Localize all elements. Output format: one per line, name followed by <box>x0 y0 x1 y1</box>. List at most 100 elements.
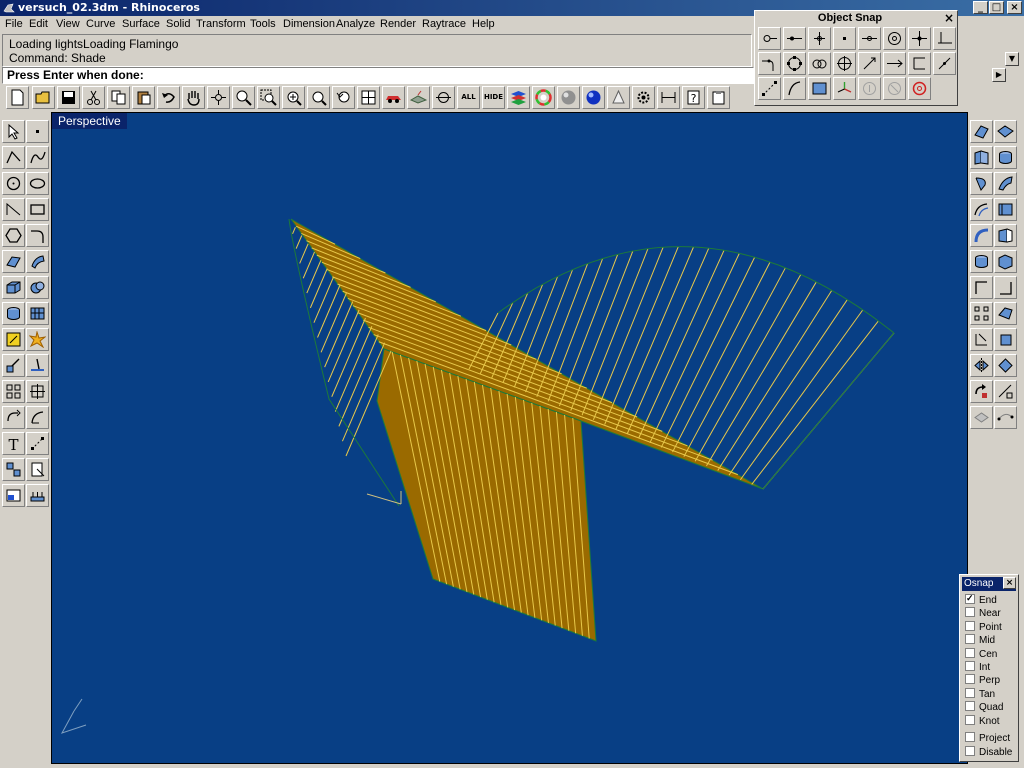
rectangle-button[interactable] <box>26 198 49 221</box>
move-button[interactable] <box>26 380 49 403</box>
render-setup-button[interactable] <box>26 484 49 507</box>
snap-cplane-button[interactable] <box>833 77 856 100</box>
paste-button[interactable] <box>132 86 155 109</box>
menu-file[interactable]: File <box>5 18 23 30</box>
menu-dimension[interactable]: Dimension <box>283 18 335 30</box>
edge-tools-button[interactable] <box>994 302 1017 325</box>
snap-knot-button[interactable] <box>783 52 806 75</box>
checkbox[interactable] <box>965 714 975 725</box>
dimension-button[interactable] <box>2 328 25 351</box>
zoom-window-button[interactable] <box>257 86 280 109</box>
split-button[interactable] <box>2 354 25 377</box>
cut-button[interactable] <box>82 86 105 109</box>
explode-button[interactable] <box>26 328 49 351</box>
curve-button[interactable] <box>26 146 49 169</box>
help-button[interactable]: ? <box>682 86 705 109</box>
snap-end-button[interactable] <box>758 27 781 50</box>
four-viewports-button[interactable] <box>357 86 380 109</box>
material-button[interactable] <box>582 86 605 109</box>
surface-edge-button[interactable] <box>970 120 993 143</box>
snap-perp-button[interactable] <box>908 27 931 50</box>
control-points-button[interactable] <box>26 432 49 455</box>
extrude-button[interactable] <box>26 250 49 273</box>
unroll-button[interactable] <box>970 328 993 351</box>
snap-tan-button[interactable] <box>933 27 956 50</box>
osnap-panel-close-button[interactable]: × <box>1003 577 1016 589</box>
snap-smarttrack-button[interactable] <box>883 77 906 100</box>
layers-button[interactable] <box>507 86 530 109</box>
save-button[interactable] <box>57 86 80 109</box>
menu-analyze[interactable]: Analyze <box>336 18 375 30</box>
select-all-button[interactable] <box>382 86 405 109</box>
viewport-layout-button[interactable] <box>2 484 25 507</box>
snap-cen-button[interactable] <box>858 27 881 50</box>
osnap-option-disable[interactable]: Disable <box>965 746 1012 759</box>
osnap-option-perp[interactable]: Perp <box>965 674 1000 687</box>
minimize-button[interactable]: _ <box>973 1 988 14</box>
new-file-button[interactable] <box>6 86 29 109</box>
render-preview-button[interactable] <box>407 86 430 109</box>
open-file-button[interactable] <box>32 86 55 109</box>
light-button[interactable] <box>607 86 630 109</box>
split-surface-button[interactable] <box>994 276 1017 299</box>
menu-view[interactable]: View <box>56 18 80 30</box>
snap-disable-button[interactable] <box>908 77 931 100</box>
circle-button[interactable] <box>2 172 25 195</box>
polyline-button[interactable] <box>2 146 25 169</box>
menu-curve[interactable]: Curve <box>86 18 115 30</box>
osnap-option-knot[interactable]: Knot <box>965 714 1000 728</box>
distance-button[interactable] <box>657 86 680 109</box>
checkbox[interactable] <box>965 620 975 631</box>
hide-objects-button[interactable]: HIDE <box>482 86 505 109</box>
snap-surface-button[interactable] <box>808 77 831 100</box>
snap-mid-button[interactable] <box>833 27 856 50</box>
color-button[interactable] <box>532 86 555 109</box>
snap-between-button[interactable] <box>883 52 906 75</box>
menu-surface[interactable]: Surface <box>122 18 160 30</box>
pan-button[interactable] <box>182 86 205 109</box>
osnap-option-int[interactable]: Int <box>965 661 990 674</box>
surface-patch-button[interactable] <box>994 120 1017 143</box>
mirror-button[interactable] <box>994 328 1017 351</box>
fillet-curve-button[interactable] <box>26 224 49 247</box>
osnap-option-tan[interactable]: Tan <box>965 687 995 701</box>
rebuild-surface-button[interactable] <box>970 250 993 273</box>
sweep-button[interactable] <box>994 172 1017 195</box>
snap-parallel-button[interactable] <box>933 52 956 75</box>
group-button[interactable] <box>2 458 25 481</box>
undo-button[interactable] <box>157 86 180 109</box>
zoom-extents-button[interactable] <box>282 86 305 109</box>
snap-track-button[interactable] <box>758 77 781 100</box>
zoom-selected-button[interactable] <box>307 86 330 109</box>
bend-button[interactable] <box>970 406 993 429</box>
palette-close-button[interactable]: × <box>944 11 954 25</box>
checkbox[interactable] <box>965 732 975 742</box>
osnap-option-quad[interactable]: Quad <box>965 701 1003 714</box>
properties-button[interactable] <box>707 86 730 109</box>
history-scroll-right-button[interactable]: ▶ <box>992 68 1006 82</box>
match-surface-button[interactable] <box>970 276 993 299</box>
cage-edit-button[interactable] <box>994 406 1017 429</box>
checkbox[interactable] <box>965 634 975 645</box>
snap-planar-button[interactable] <box>858 77 881 100</box>
checkbox[interactable] <box>965 701 975 712</box>
menu-transform[interactable]: Transform <box>196 18 246 30</box>
snap-point-button[interactable] <box>808 27 831 50</box>
trim-button[interactable] <box>26 354 49 377</box>
fillet-surface-button[interactable] <box>970 224 993 247</box>
checkbox[interactable] <box>965 687 975 698</box>
revolve-button[interactable] <box>970 172 993 195</box>
viewport-title[interactable]: Perspective <box>52 113 127 129</box>
options-button[interactable] <box>632 86 655 109</box>
checkbox[interactable] <box>965 661 975 671</box>
snap-int-button[interactable] <box>883 27 906 50</box>
boolean-button[interactable] <box>26 276 49 299</box>
snap-onsrf-button[interactable] <box>833 52 856 75</box>
network-surface-button[interactable] <box>994 250 1017 273</box>
perspective-viewport[interactable] <box>51 112 968 764</box>
cylinder-surface-button[interactable] <box>994 146 1017 169</box>
copy-button[interactable] <box>107 86 130 109</box>
extend-surface-button[interactable] <box>994 224 1017 247</box>
snap-vertex-button[interactable] <box>808 52 831 75</box>
show-objects-button[interactable] <box>432 86 455 109</box>
